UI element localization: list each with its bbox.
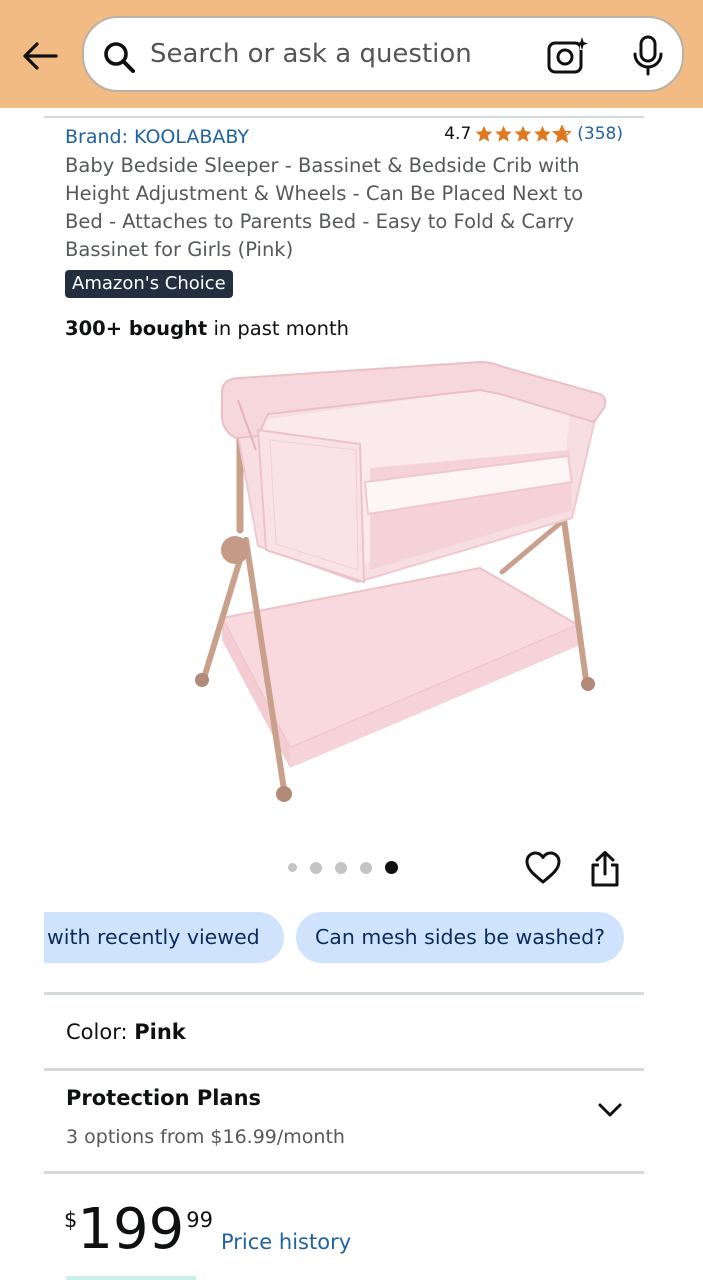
price-whole: 199	[77, 1197, 185, 1262]
rating-summary[interactable]: 4.7 (358)	[444, 124, 623, 144]
ask-chip-recently-viewed[interactable]: with recently viewed	[44, 912, 284, 963]
price-fraction: 99	[186, 1208, 213, 1232]
ask-chip-mesh-washed[interactable]: Can mesh sides be washed?	[296, 912, 624, 963]
carousel-dot[interactable]	[310, 861, 322, 874]
amazons-choice-badge[interactable]: Amazon's Choice	[65, 270, 233, 298]
protection-plans-subtitle: 3 options from $16.99/month	[66, 1126, 345, 1148]
divider	[44, 1171, 644, 1174]
search-icon	[104, 42, 135, 73]
carousel-dot-active[interactable]	[385, 861, 398, 874]
deal-badge	[66, 1276, 196, 1280]
camera-lens-icon[interactable]	[546, 35, 590, 75]
divider	[44, 992, 644, 995]
carousel-dot[interactable]	[335, 861, 347, 874]
carousel-indicator[interactable]	[288, 861, 398, 874]
price-symbol: $	[64, 1208, 78, 1232]
microphone-icon[interactable]	[630, 35, 666, 77]
color-label: Color:	[66, 1020, 128, 1044]
divider	[44, 1068, 644, 1071]
bought-count-rest: in past month	[213, 317, 350, 340]
product-image-bassinet[interactable]	[180, 350, 620, 820]
color-selector[interactable]: Color: Pink	[66, 1020, 186, 1044]
rating-value: 4.7	[444, 124, 472, 144]
chevron-down-icon[interactable]	[596, 1098, 624, 1122]
rating-count[interactable]: (358)	[577, 124, 623, 144]
divider	[44, 116, 644, 118]
back-button[interactable]	[18, 36, 62, 76]
share-icon[interactable]	[588, 850, 622, 888]
protection-plans-title: Protection Plans	[66, 1086, 262, 1110]
color-value: Pink	[134, 1020, 186, 1044]
heart-icon[interactable]	[524, 850, 562, 886]
star-rating-icon	[475, 125, 572, 143]
bought-count: 300+ bought in past month	[65, 317, 349, 340]
brand-link[interactable]: Brand: KOOLABABY	[65, 126, 249, 148]
bought-count-bold: 300+ bought	[65, 317, 208, 340]
carousel-dot[interactable]	[288, 863, 297, 872]
header-bar	[0, 0, 703, 108]
product-title: Baby Bedside Sleeper - Bassinet & Bedsid…	[65, 154, 584, 261]
back-arrow-icon	[23, 42, 58, 70]
protection-plans-dropdown[interactable]: Protection Plans 3 options from $16.99/m…	[44, 1072, 644, 1172]
search-input[interactable]	[150, 32, 530, 76]
search-bar[interactable]	[82, 16, 684, 92]
carousel-dot[interactable]	[360, 861, 372, 874]
price: $ 199 99	[64, 1200, 213, 1260]
price-history-link[interactable]: Price history	[221, 1230, 351, 1254]
